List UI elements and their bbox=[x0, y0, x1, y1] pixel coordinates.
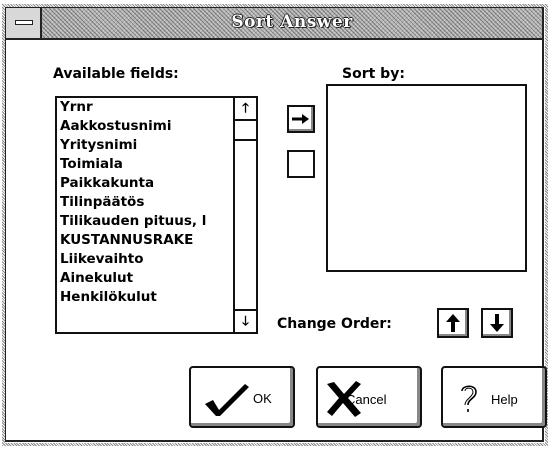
change-order-label: Change Order: bbox=[277, 316, 392, 332]
cancel-button-label: Cancel bbox=[346, 392, 387, 407]
title-bar: Sort Answer bbox=[6, 8, 542, 40]
scroll-down-button[interactable]: 🡓 bbox=[235, 309, 256, 332]
list-item[interactable]: Tilinpäätös bbox=[57, 193, 233, 212]
arrow-down-icon bbox=[490, 314, 504, 332]
list-item[interactable]: Paikkakunta bbox=[57, 174, 233, 193]
arrow-down-icon: 🡓 bbox=[242, 314, 249, 329]
move-up-button[interactable] bbox=[437, 308, 469, 338]
cancel-button[interactable]: Cancel bbox=[316, 366, 422, 428]
arrow-up-icon bbox=[446, 314, 460, 332]
scroll-up-button[interactable]: 🡑 bbox=[235, 98, 256, 121]
question-icon bbox=[461, 385, 477, 412]
ok-button-label: OK bbox=[253, 391, 272, 406]
system-menu-button[interactable] bbox=[6, 8, 42, 38]
arrow-right-icon bbox=[292, 114, 309, 124]
list-item[interactable]: Liikevaihto bbox=[57, 250, 233, 269]
scroll-thumb[interactable] bbox=[235, 121, 256, 141]
available-fields-items: Yrnr Aakkostusnimi Yritysnimi Toimiala Paikk… bbox=[57, 98, 233, 332]
add-field-button[interactable] bbox=[287, 105, 315, 133]
list-item[interactable]: KUSTANNUSRAKE bbox=[57, 231, 233, 250]
available-fields-label: Available fields: bbox=[53, 66, 179, 82]
list-item[interactable]: Tilikauden pituus, l bbox=[57, 212, 233, 231]
list-item[interactable]: Henkilökulut bbox=[57, 288, 233, 307]
sort-by-label: Sort by: bbox=[342, 66, 405, 82]
arrow-up-icon: 🡑 bbox=[242, 101, 249, 116]
sort-by-list[interactable] bbox=[326, 84, 527, 272]
help-button[interactable]: Help bbox=[441, 366, 547, 428]
checkmark-icon bbox=[205, 384, 249, 416]
move-down-button[interactable] bbox=[481, 308, 513, 338]
list-item[interactable]: Yritysnimi bbox=[57, 136, 233, 155]
system-menu-icon bbox=[15, 20, 33, 25]
list-scrollbar[interactable]: 🡑 🡓 bbox=[233, 98, 256, 332]
ok-button[interactable]: OK bbox=[189, 366, 295, 428]
help-button-label: Help bbox=[491, 392, 518, 407]
list-item[interactable]: Toimiala bbox=[57, 155, 233, 174]
window-title: Sort Answer bbox=[231, 12, 353, 32]
list-item[interactable]: Ainekulut bbox=[57, 269, 233, 288]
list-item[interactable]: Yrnr bbox=[57, 98, 233, 117]
list-item[interactable]: Aakkostusnimi bbox=[57, 117, 233, 136]
remove-field-button[interactable] bbox=[287, 150, 315, 178]
available-fields-list[interactable]: Yrnr Aakkostusnimi Yritysnimi Toimiala Paikk… bbox=[55, 96, 258, 334]
